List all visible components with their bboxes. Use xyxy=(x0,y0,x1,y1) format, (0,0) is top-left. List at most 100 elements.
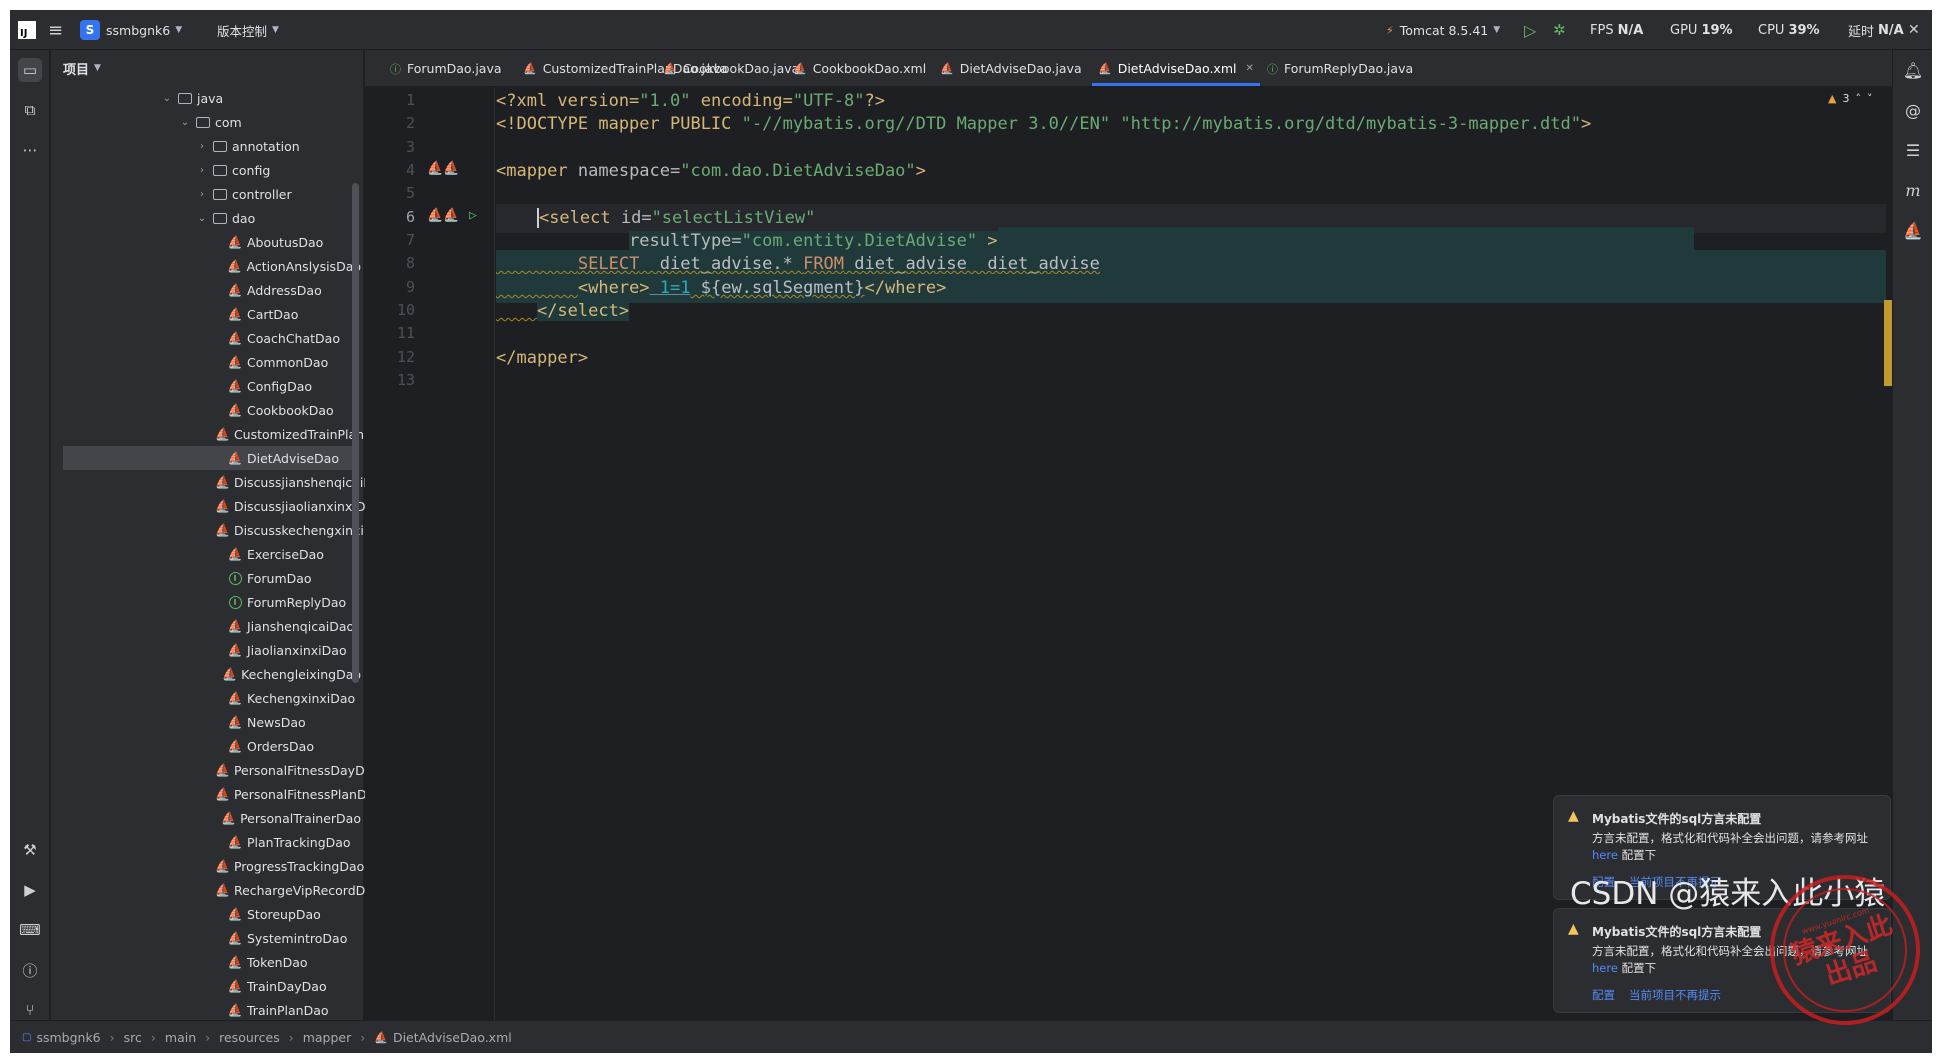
tree-item[interactable]: ⛵ ProgressTrackingDao xyxy=(51,854,364,878)
tree-item[interactable]: ⛵ PlanTrackingDao xyxy=(51,830,361,854)
chevron-down-icon[interactable]: ˅ xyxy=(1867,92,1873,105)
tree-item[interactable]: ⛵ CommonDao xyxy=(51,350,361,374)
mybatis-navigate-icon[interactable]: ⛵⛵ xyxy=(427,154,459,183)
editor-tab[interactable]: ⛵ DietAdviseDao.xml ✕ xyxy=(1098,50,1254,87)
breadcrumb-item[interactable]: src xyxy=(124,1030,142,1045)
breadcrumb-item[interactable]: main xyxy=(165,1030,196,1045)
notification-link[interactable]: here xyxy=(1592,848,1618,862)
chevron-right-icon[interactable]: › xyxy=(196,165,208,176)
chevron-right-icon[interactable]: › xyxy=(196,141,208,152)
inspection-widget[interactable]: ▲ 3 ˄ ˅ xyxy=(1828,92,1872,105)
dont-show-again-link[interactable]: 当前项目不再提示 xyxy=(1629,987,1721,1003)
tree-item-label: StoreupDao xyxy=(247,906,321,922)
tree-item[interactable]: › controller xyxy=(51,182,361,206)
close-window-icon[interactable]: ✕ xyxy=(1908,10,1920,50)
tree-item[interactable]: ⛵ TrainPlanDao xyxy=(51,998,361,1022)
project-tool-icon[interactable]: ▭ xyxy=(18,58,42,82)
close-tab-icon[interactable]: ✕ xyxy=(1245,63,1253,74)
tree-item[interactable]: ⌄ dao xyxy=(51,206,361,230)
build-tool-icon[interactable]: ⚒ xyxy=(18,838,42,862)
chevron-up-icon[interactable]: ˄ xyxy=(1855,92,1861,105)
tree-item[interactable]: ⛵ KechengleixingDao xyxy=(51,662,361,686)
project-panel-header[interactable]: 项目 ▼ xyxy=(51,50,363,86)
tree-item[interactable]: ⛵ StoreupDao xyxy=(51,902,361,926)
notifications-icon[interactable]: 🔔︎ xyxy=(1901,58,1925,82)
mybatis-navigate-icon[interactable]: ⛵⛵ xyxy=(427,201,459,230)
run-sql-icon[interactable]: ▷ xyxy=(469,201,477,230)
editor-tab[interactable]: ⛵ CookbookDao.java xyxy=(663,50,799,87)
tree-item[interactable]: ⛵ DiscussjianshenqicaiDao xyxy=(51,470,388,494)
tree-item[interactable]: ⛵ ExerciseDao xyxy=(51,542,361,566)
terminal-tool-icon[interactable]: ⌨ xyxy=(18,918,42,942)
cpu-monitor: CPU 39% xyxy=(1758,10,1820,50)
notification-link[interactable]: here xyxy=(1592,961,1618,975)
breadcrumb-item[interactable]: mapper xyxy=(303,1030,352,1045)
project-scrollbar[interactable] xyxy=(352,183,359,683)
maven-icon[interactable]: m xyxy=(1901,178,1925,202)
chevron-down-icon[interactable]: ⌄ xyxy=(161,93,173,104)
tree-item[interactable]: ⛵ TrainDayDao xyxy=(51,974,361,998)
mapper-icon: ⛵ xyxy=(940,62,954,75)
tree-item[interactable]: › annotation xyxy=(51,134,361,158)
services-tool-icon[interactable]: ▶ xyxy=(18,878,42,902)
editor-tab[interactable]: ⛵ CookbookDao.xml xyxy=(793,50,926,87)
mapper-icon: ⛵ xyxy=(227,307,243,321)
code-line[interactable]: <mapper namespace="com.dao.DietAdviseDao… xyxy=(496,157,1886,186)
chevron-down-icon[interactable]: ⌄ xyxy=(179,117,191,128)
ai-assistant-icon[interactable]: @ xyxy=(1901,98,1925,122)
tree-item[interactable]: I ForumDao xyxy=(51,566,361,590)
code-line[interactable]: <!DOCTYPE mapper PUBLIC "-//mybatis.org/… xyxy=(496,110,1886,139)
tree-item[interactable]: ⛵ OrdersDao xyxy=(51,734,361,758)
tree-item[interactable]: ⌄ java xyxy=(51,86,361,110)
editor-tab[interactable]: ⓘ ForumReplyDao.java xyxy=(1267,50,1413,87)
git-tool-icon[interactable]: ⑂ xyxy=(18,998,42,1022)
tree-item[interactable]: ⛵ ActionAnslysisDao xyxy=(51,254,361,278)
code-line[interactable]: </mapper> xyxy=(496,344,1886,373)
tree-item[interactable]: ⛵ NewsDao xyxy=(51,710,361,734)
code-line[interactable]: </select> xyxy=(496,297,1886,326)
editor-tab[interactable]: ⓘ ForumDao.java xyxy=(390,50,502,87)
tree-item[interactable]: ⌄ com xyxy=(51,110,361,134)
mapper-icon: ⛵ xyxy=(221,811,237,825)
tree-item[interactable]: ⛵ TokenDao xyxy=(51,950,361,974)
tree-item[interactable]: ⛵ CookbookDao xyxy=(51,398,361,422)
tree-item[interactable]: ⛵ JianshenqicaiDao xyxy=(51,614,361,638)
tree-item[interactable]: I ForumReplyDao xyxy=(51,590,361,614)
tree-item[interactable]: ⛵ PersonalFitnessDayDao xyxy=(51,758,380,782)
tree-item[interactable]: ⛵ AddressDao xyxy=(51,278,361,302)
tree-item[interactable]: ⛵ KechengxinxiDao xyxy=(51,686,361,710)
tree-item[interactable]: ⛵ CustomizedTrainPlanDao xyxy=(51,422,389,446)
run-config-selector[interactable]: ⚡ Tomcat 8.5.41 ▼ xyxy=(1386,10,1500,50)
run-icon[interactable]: ▷ xyxy=(1524,10,1536,50)
database-icon[interactable]: ☰ xyxy=(1901,138,1925,162)
tree-item[interactable]: ⛵ CartDao xyxy=(51,302,361,326)
chevron-right-icon[interactable]: › xyxy=(196,189,208,200)
main-menu-icon[interactable]: ≡ xyxy=(48,10,63,50)
tree-item[interactable]: ⛵ ConfigDao xyxy=(51,374,361,398)
debug-icon[interactable]: ✲ xyxy=(1553,10,1566,50)
tree-item[interactable]: › config xyxy=(51,158,361,182)
project-switcher[interactable]: S ssmbgnk6 ▼ xyxy=(80,10,182,50)
tree-item[interactable]: ⛵ DiscusskechengxinxiDao xyxy=(51,518,389,542)
problems-tool-icon[interactable]: ⓘ xyxy=(18,958,42,982)
breadcrumb-item[interactable]: resources xyxy=(219,1030,280,1045)
breadcrumb-item[interactable]: DietAdviseDao.xml xyxy=(393,1030,512,1045)
tree-item-label: PersonalFitnessPlanDao xyxy=(233,786,382,802)
breadcrumb-item[interactable]: ssmbgnk6 xyxy=(36,1030,100,1045)
tree-item[interactable]: ⛵ JiaolianxinxiDao xyxy=(51,638,361,662)
structure-tool-icon[interactable]: ⧉ xyxy=(18,98,42,122)
more-tools-icon[interactable]: ⋯ xyxy=(18,138,42,162)
tree-item[interactable]: ⛵ PersonalTrainerDao xyxy=(51,806,361,830)
chevron-down-icon[interactable]: ⌄ xyxy=(196,213,208,224)
configure-link[interactable]: 配置 xyxy=(1592,987,1615,1003)
vcs-menu[interactable]: 版本控制 ▼ xyxy=(217,10,279,50)
tree-item[interactable]: ⛵ DietAdviseDao xyxy=(63,446,353,470)
tree-item[interactable]: ⛵ SystemintroDao xyxy=(51,926,361,950)
tree-item[interactable]: ⛵ DiscussjiaolianxinxiDao xyxy=(51,494,381,518)
tree-item[interactable]: ⛵ CoachChatDao xyxy=(51,326,361,350)
editor-tab[interactable]: ⛵ DietAdviseDao.java xyxy=(940,50,1082,87)
mybatis-bird-icon[interactable]: ⛵ xyxy=(1901,218,1925,242)
tree-item[interactable]: ⛵ AboutusDao xyxy=(51,230,361,254)
tree-item[interactable]: ⛵ RechargeVipRecordDao xyxy=(51,878,381,902)
tree-item[interactable]: ⛵ PersonalFitnessPlanDao xyxy=(51,782,382,806)
